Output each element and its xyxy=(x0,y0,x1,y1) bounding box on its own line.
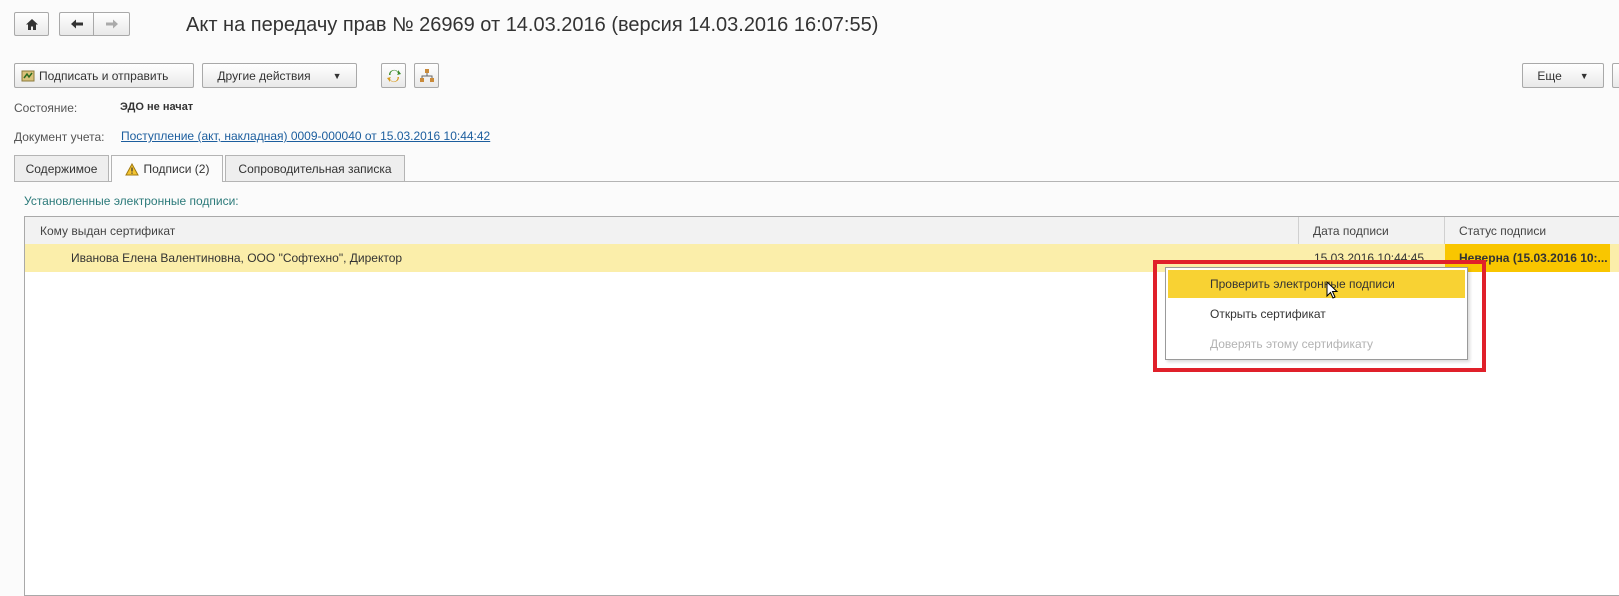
other-actions-button[interactable]: Другие действия ▼ xyxy=(202,63,357,88)
sign-and-send-label: Подписать и отправить xyxy=(39,68,169,83)
menu-item-open-certificate[interactable]: Открыть сертификат xyxy=(1168,300,1465,328)
signatures-section-label: Установленные электронные подписи: xyxy=(24,194,239,208)
arrow-left-icon xyxy=(70,19,83,29)
state-value: ЭДО не начат xyxy=(120,101,194,113)
back-button[interactable] xyxy=(59,12,93,36)
tab-cover-note[interactable]: Сопроводительная записка xyxy=(225,155,405,181)
tab-signatures[interactable]: Подписи (2) xyxy=(111,155,223,182)
column-divider xyxy=(1298,217,1299,244)
structure-button[interactable] xyxy=(414,63,439,88)
cell-status: Неверна (15.03.2016 10:... xyxy=(1445,244,1610,272)
tab-content-label: Содержимое xyxy=(25,161,98,176)
forward-button[interactable] xyxy=(93,12,130,36)
column-header-status[interactable]: Статус подписи xyxy=(1459,217,1619,244)
document-link[interactable]: Поступление (акт, накладная) 0009-000040… xyxy=(121,129,490,143)
column-header-issued-to[interactable]: Кому выдан сертификат xyxy=(40,217,1320,244)
warning-icon xyxy=(124,162,139,175)
hierarchy-icon xyxy=(419,68,434,82)
other-actions-label: Другие действия xyxy=(217,68,311,83)
sign-send-icon xyxy=(21,70,35,81)
document-label: Документ учета: xyxy=(14,130,105,144)
dropdown-arrow-icon: ▼ xyxy=(1579,70,1589,81)
more-label: Еще xyxy=(1537,68,1562,83)
menu-item-trust-certificate: Доверять этому сертификату xyxy=(1210,337,1373,351)
cell-issued-to: Иванова Елена Валентиновна, ООО "Софтехн… xyxy=(71,251,403,265)
tab-signatures-label: Подписи (2) xyxy=(143,162,210,176)
tab-baseline xyxy=(14,181,1619,182)
sign-and-send-button[interactable]: Подписать и отправить xyxy=(14,63,194,88)
exchange-icon xyxy=(386,69,401,82)
page-title: Акт на передачу прав № 26969 от 14.03.20… xyxy=(186,14,879,36)
state-label: Состояние: xyxy=(14,101,78,115)
dropdown-arrow-icon: ▼ xyxy=(332,70,342,81)
help-button[interactable] xyxy=(1612,63,1619,88)
arrow-right-icon xyxy=(105,19,118,29)
home-button[interactable] xyxy=(14,12,49,36)
column-divider xyxy=(1444,217,1445,244)
refresh-exchange-button[interactable] xyxy=(381,63,406,88)
tab-content[interactable]: Содержимое xyxy=(14,155,109,181)
home-icon xyxy=(25,18,38,30)
mouse-cursor-icon xyxy=(1326,281,1339,299)
more-button[interactable]: Еще ▼ xyxy=(1522,63,1604,88)
tab-cover-note-label: Сопроводительная записка xyxy=(238,161,392,176)
context-menu: Проверить электронные подписи Открыть се… xyxy=(1165,267,1468,360)
table-header: Кому выдан сертификат Дата подписи Стату… xyxy=(25,217,1619,245)
menu-item-verify-signatures[interactable]: Проверить электронные подписи xyxy=(1168,270,1465,298)
column-header-date[interactable]: Дата подписи xyxy=(1313,217,1443,244)
